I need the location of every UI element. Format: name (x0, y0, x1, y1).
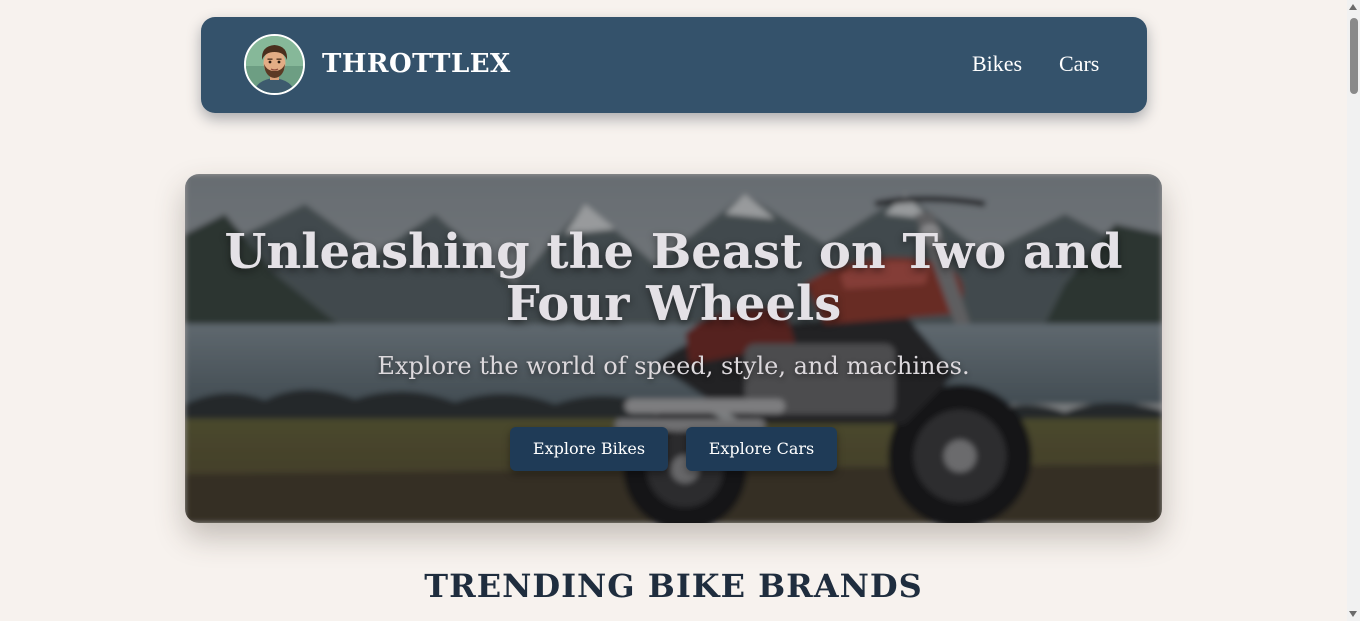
brand-name[interactable]: THROTTLEX (322, 47, 511, 81)
scrollbar-thumb[interactable] (1350, 18, 1358, 94)
vertical-scrollbar[interactable] (1347, 0, 1360, 621)
hero-subtitle: Explore the world of speed, style, and m… (377, 352, 970, 380)
avatar-icon (246, 36, 303, 93)
explore-cars-button[interactable]: Explore Cars (686, 427, 837, 471)
avatar[interactable] (244, 34, 305, 95)
hero-title: Unleashing the Beast on Two and Four Whe… (224, 224, 1123, 332)
navbar: THROTTLEX Bikes Cars (201, 17, 1147, 113)
hero-banner: Unleashing the Beast on Two and Four Whe… (185, 174, 1162, 523)
explore-bikes-button[interactable]: Explore Bikes (510, 427, 668, 471)
trending-bike-brands-heading: TRENDING BIKE BRANDS (424, 567, 923, 605)
nav-link-bikes[interactable]: Bikes (972, 50, 1022, 78)
scroll-up-arrow-icon[interactable] (1349, 4, 1357, 10)
scroll-down-arrow-icon[interactable] (1349, 611, 1357, 617)
page: THROTTLEX Bikes Cars Unleashing the Beas… (0, 0, 1360, 621)
nav-link-cars[interactable]: Cars (1059, 50, 1099, 78)
